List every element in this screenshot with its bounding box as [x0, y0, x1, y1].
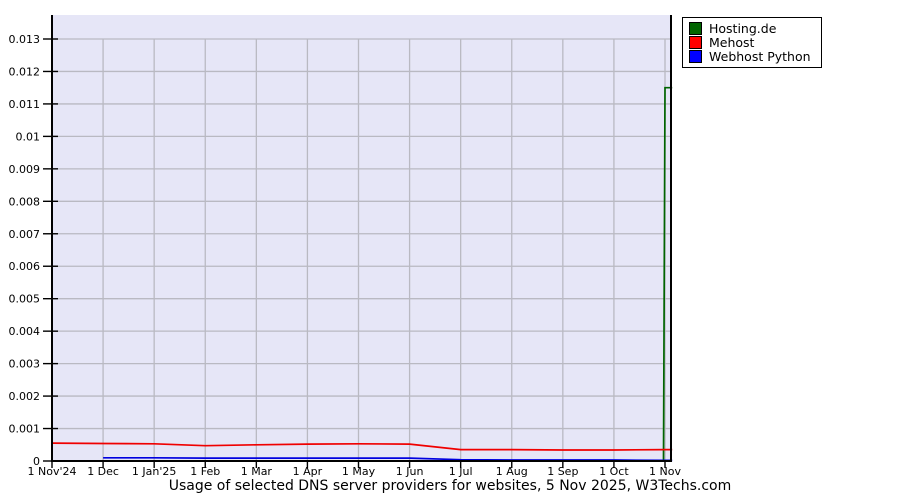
x-tick-label: 1 Apr — [293, 465, 323, 478]
y-tick-label: 0.006 — [9, 260, 41, 273]
y-tick-label: 0.013 — [9, 33, 41, 46]
x-tick-label: 1 Dec — [87, 465, 119, 478]
x-tick-label: 1 Nov'24 — [28, 465, 77, 478]
y-tick-label: 0.009 — [9, 163, 41, 176]
legend-item-label: Hosting.de — [709, 21, 777, 36]
x-tick-label: 1 Jun — [396, 465, 424, 478]
legend-swatch-mehost — [689, 36, 702, 49]
legend-item-label: Webhost Python — [709, 49, 811, 64]
legend-item-webhost-python: Webhost Python — [689, 50, 811, 63]
y-tick-label: 0.008 — [9, 195, 41, 208]
x-tick-label: 1 Nov — [649, 465, 681, 478]
chart-title: Usage of selected DNS server providers f… — [168, 478, 732, 494]
y-tick-label: 0.002 — [9, 390, 41, 403]
y-tick-label: 0.004 — [9, 325, 41, 338]
legend-swatch-hosting-de — [689, 22, 702, 35]
legend: Hosting.de Mehost Webhost Python — [682, 17, 822, 68]
x-tick-label: 1 Feb — [190, 465, 220, 478]
x-tick-label: 1 Jan'25 — [132, 465, 176, 478]
legend-item-hosting-de: Hosting.de — [689, 22, 811, 35]
y-tick-label: 0.001 — [9, 423, 41, 436]
x-tick-label: 1 May — [342, 465, 376, 478]
x-tick-label: 1 Mar — [241, 465, 273, 478]
x-tick-label: 1 Oct — [599, 465, 629, 478]
y-tick-label: 0.012 — [9, 65, 41, 78]
y-tick-label: 0.005 — [9, 293, 41, 306]
y-tick-label: 0.007 — [9, 228, 41, 241]
y-tick-label: 0.003 — [9, 358, 41, 371]
chart-canvas: 00.0010.0020.0030.0040.0050.0060.0070.00… — [9, 15, 681, 478]
x-tick-label: 1 Sep — [547, 465, 578, 478]
x-tick-label: 1 Jul — [449, 465, 473, 478]
plot-area-bg — [52, 15, 672, 461]
dns-usage-chart: 0 0.001 0.002 0.003 0.004 0.005 0.006 0.007 0.00… — [0, 0, 900, 500]
y-tick-label: 0.011 — [9, 98, 41, 111]
legend-swatch-webhost-python — [689, 50, 702, 63]
legend-item-label: Mehost — [709, 35, 755, 50]
legend-item-mehost: Mehost — [689, 36, 811, 49]
y-tick-label: 0.01 — [16, 130, 41, 143]
x-tick-label: 1 Aug — [496, 465, 528, 478]
